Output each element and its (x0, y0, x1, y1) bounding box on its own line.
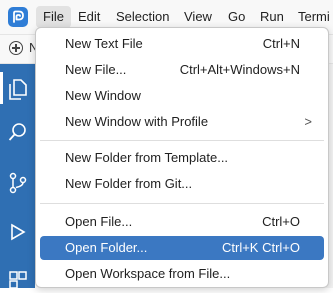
menu-item-new-folder-from-git[interactable]: New Folder from Git... (40, 172, 324, 196)
menu-separator (40, 203, 324, 204)
menu-terminal[interactable]: Termi (291, 6, 333, 28)
menu-view[interactable]: View (177, 6, 219, 28)
menu-item-shortcut: Ctrl+K Ctrl+O (221, 240, 300, 255)
explorer-icon[interactable] (0, 72, 28, 105)
menu-selection[interactable]: Selection (109, 6, 176, 28)
menu-item-label: Open Workspace from File... (65, 266, 231, 281)
menu-item-label: New Window with Profile (65, 114, 209, 129)
extensions-icon[interactable] (8, 270, 28, 293)
run-debug-icon[interactable] (8, 222, 28, 247)
menu-item-open-folder[interactable]: Open Folder... Ctrl+K Ctrl+O (40, 236, 324, 260)
menu-item-open-workspace-from-file[interactable]: Open Workspace from File... (40, 262, 324, 286)
menu-separator (40, 140, 324, 141)
file-menu-dropdown: New Text File Ctrl+N New File... Ctrl+Al… (35, 27, 329, 288)
menu-item-new-text-file[interactable]: New Text File Ctrl+N (40, 32, 324, 56)
menu-item-label: New Text File (65, 36, 143, 51)
menu-item-shortcut: Ctrl+N (262, 36, 300, 51)
menu-item-open-file[interactable]: Open File... Ctrl+O (40, 210, 324, 234)
menu-edit[interactable]: Edit (71, 6, 107, 28)
menu-file[interactable]: File (36, 6, 71, 28)
menu-item-label: New Folder from Git... (65, 176, 193, 191)
menu-item-new-window-with-profile[interactable]: New Window with Profile > (40, 110, 324, 134)
menu-item-label: Open Folder... (65, 240, 148, 255)
menu-item-label: New Folder from Template... (65, 150, 229, 165)
chevron-right-icon: > (304, 114, 312, 129)
source-control-icon[interactable] (8, 172, 28, 199)
activity-bar (0, 64, 35, 289)
menu-item-label: New Window (65, 88, 141, 103)
menu-item-new-file[interactable]: New File... Ctrl+Alt+Windows+N (40, 58, 324, 82)
search-icon[interactable] (8, 122, 28, 147)
menu-item-new-window[interactable]: New Window (40, 84, 324, 108)
menu-go[interactable]: Go (221, 6, 252, 28)
menu-run[interactable]: Run (253, 6, 291, 28)
menu-item-label: Open File... (65, 214, 133, 229)
app-logo-icon[interactable] (8, 7, 28, 27)
menu-item-label: New File... (65, 62, 127, 77)
menu-item-shortcut: Ctrl+Alt+Windows+N (179, 62, 300, 77)
menu-item-new-folder-from-template[interactable]: New Folder from Template... (40, 146, 324, 170)
menu-item-shortcut: Ctrl+O (262, 214, 300, 229)
new-item-icon[interactable] (9, 41, 23, 55)
